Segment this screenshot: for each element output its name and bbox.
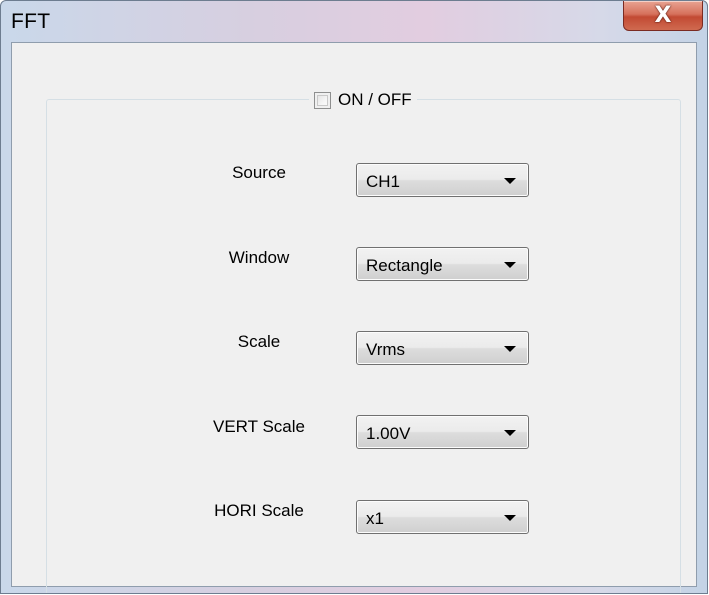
scale-value: Vrms (366, 340, 406, 359)
source-dropdown[interactable]: CH1 (356, 163, 529, 197)
window-value: Rectangle (366, 256, 443, 275)
close-button[interactable]: X (623, 1, 703, 31)
dialog-body: ON / OFF Source CH1 Window Rectangle Sca… (11, 42, 697, 593)
fft-toggle[interactable]: ON / OFF (309, 89, 417, 111)
window-title: FFT (11, 10, 51, 33)
vert-scale-dropdown[interactable]: 1.00V (356, 415, 529, 449)
chevron-down-icon (504, 262, 516, 268)
fft-dialog-window: FFT X ON / OFF Source CH1 Window Rectang… (0, 0, 708, 594)
source-value: CH1 (366, 172, 401, 191)
title-bar[interactable]: FFT X (1, 1, 707, 41)
window-dropdown[interactable]: Rectangle (356, 247, 529, 281)
window-label: Window (228, 248, 290, 267)
checkbox-icon[interactable] (314, 91, 331, 109)
chevron-down-icon (504, 515, 516, 521)
source-label: Source (232, 163, 286, 182)
scale-label: Scale (237, 332, 281, 351)
chevron-down-icon (504, 346, 516, 352)
toggle-label: ON / OFF (338, 90, 412, 109)
close-icon: X (654, 2, 672, 28)
vert-scale-label: VERT Scale (213, 417, 305, 436)
hori-scale-label: HORI Scale (214, 501, 304, 520)
hori-scale-value: x1 (366, 509, 384, 528)
scale-dropdown[interactable]: Vrms (356, 331, 529, 365)
chevron-down-icon (504, 178, 516, 184)
chevron-down-icon (504, 430, 516, 436)
vert-scale-value: 1.00V (366, 424, 411, 443)
hori-scale-dropdown[interactable]: x1 (356, 500, 529, 534)
